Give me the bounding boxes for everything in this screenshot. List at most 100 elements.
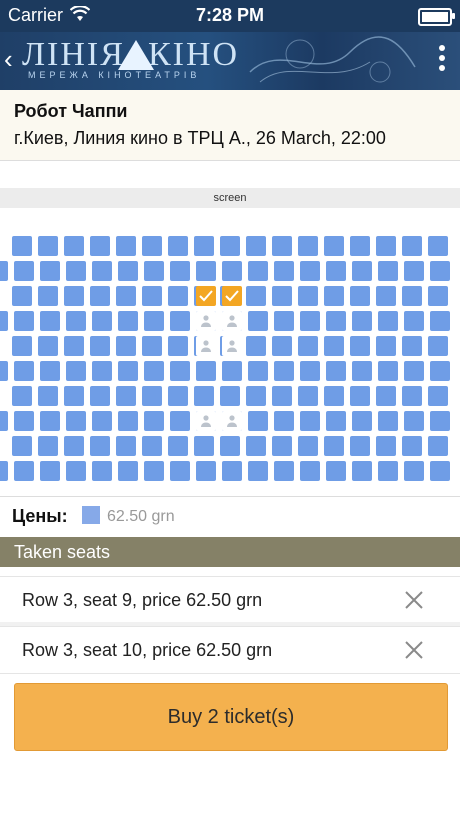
seat[interactable] xyxy=(274,261,294,281)
seat[interactable] xyxy=(298,236,318,256)
seat[interactable] xyxy=(170,411,190,431)
seat[interactable] xyxy=(430,411,450,431)
more-options-icon[interactable] xyxy=(438,45,446,75)
seat[interactable] xyxy=(350,236,370,256)
seat[interactable] xyxy=(66,361,86,381)
seat[interactable] xyxy=(92,261,112,281)
seat[interactable] xyxy=(272,236,292,256)
seat[interactable] xyxy=(220,436,240,456)
seat[interactable] xyxy=(14,311,34,331)
seat[interactable] xyxy=(116,336,136,356)
seat[interactable] xyxy=(404,311,424,331)
seat[interactable] xyxy=(378,261,398,281)
seat[interactable] xyxy=(0,311,8,331)
seat[interactable] xyxy=(298,386,318,406)
seat[interactable] xyxy=(142,436,162,456)
seat[interactable] xyxy=(378,411,398,431)
seat[interactable] xyxy=(430,311,450,331)
seat[interactable] xyxy=(38,336,58,356)
seat[interactable] xyxy=(90,386,110,406)
seat[interactable] xyxy=(40,411,60,431)
seat[interactable] xyxy=(350,436,370,456)
seat[interactable] xyxy=(90,286,110,306)
seat[interactable] xyxy=(12,436,32,456)
seat[interactable] xyxy=(170,311,190,331)
seat[interactable] xyxy=(90,336,110,356)
seat[interactable] xyxy=(324,436,344,456)
seat[interactable] xyxy=(222,461,242,481)
seat[interactable] xyxy=(402,236,422,256)
seat[interactable] xyxy=(376,386,396,406)
seat[interactable] xyxy=(428,336,448,356)
seat[interactable] xyxy=(116,286,136,306)
seat[interactable] xyxy=(248,411,268,431)
seat[interactable] xyxy=(142,386,162,406)
seat[interactable] xyxy=(324,286,344,306)
seat[interactable] xyxy=(376,436,396,456)
seat[interactable] xyxy=(38,286,58,306)
seat[interactable] xyxy=(246,386,266,406)
seat[interactable] xyxy=(404,361,424,381)
seat[interactable] xyxy=(248,361,268,381)
seat[interactable] xyxy=(12,336,32,356)
seat[interactable] xyxy=(196,361,216,381)
remove-seat-close-icon[interactable] xyxy=(404,590,424,615)
seat[interactable] xyxy=(248,311,268,331)
seat[interactable] xyxy=(92,311,112,331)
seat[interactable] xyxy=(14,361,34,381)
seat[interactable] xyxy=(92,361,112,381)
seat[interactable] xyxy=(14,411,34,431)
seat[interactable] xyxy=(66,411,86,431)
seat[interactable] xyxy=(144,311,164,331)
seat[interactable] xyxy=(40,461,60,481)
seat[interactable] xyxy=(352,461,372,481)
seat[interactable] xyxy=(376,336,396,356)
seat[interactable] xyxy=(118,311,138,331)
seat[interactable] xyxy=(168,236,188,256)
seat[interactable] xyxy=(194,236,214,256)
seat[interactable] xyxy=(300,361,320,381)
seat[interactable] xyxy=(350,386,370,406)
seat[interactable] xyxy=(92,411,112,431)
seat[interactable] xyxy=(220,386,240,406)
seat[interactable] xyxy=(170,261,190,281)
seat[interactable] xyxy=(64,336,84,356)
seat[interactable] xyxy=(196,461,216,481)
seat[interactable] xyxy=(142,286,162,306)
seat[interactable] xyxy=(352,261,372,281)
seat[interactable] xyxy=(428,386,448,406)
seat[interactable] xyxy=(300,411,320,431)
seat[interactable] xyxy=(404,411,424,431)
seat[interactable] xyxy=(116,436,136,456)
seat[interactable] xyxy=(14,261,34,281)
seat[interactable] xyxy=(376,236,396,256)
seat[interactable] xyxy=(38,236,58,256)
seat[interactable] xyxy=(430,361,450,381)
seat[interactable] xyxy=(92,461,112,481)
seat[interactable] xyxy=(38,386,58,406)
seat[interactable] xyxy=(298,286,318,306)
selected-seat[interactable] xyxy=(196,286,216,306)
seat[interactable] xyxy=(64,286,84,306)
seat[interactable] xyxy=(402,386,422,406)
seat[interactable] xyxy=(352,411,372,431)
seat[interactable] xyxy=(430,461,450,481)
seat[interactable] xyxy=(0,261,8,281)
seat[interactable] xyxy=(38,436,58,456)
seat[interactable] xyxy=(40,311,60,331)
seat[interactable] xyxy=(272,436,292,456)
seat[interactable] xyxy=(352,361,372,381)
seat[interactable] xyxy=(168,386,188,406)
seat[interactable] xyxy=(402,436,422,456)
seat[interactable] xyxy=(402,286,422,306)
seat[interactable] xyxy=(0,361,8,381)
seat[interactable] xyxy=(274,361,294,381)
seat[interactable] xyxy=(142,236,162,256)
seat[interactable] xyxy=(326,361,346,381)
seat[interactable] xyxy=(350,336,370,356)
seat[interactable] xyxy=(116,236,136,256)
seat[interactable] xyxy=(246,286,266,306)
seat[interactable] xyxy=(378,311,398,331)
seat[interactable] xyxy=(40,261,60,281)
seat[interactable] xyxy=(64,436,84,456)
